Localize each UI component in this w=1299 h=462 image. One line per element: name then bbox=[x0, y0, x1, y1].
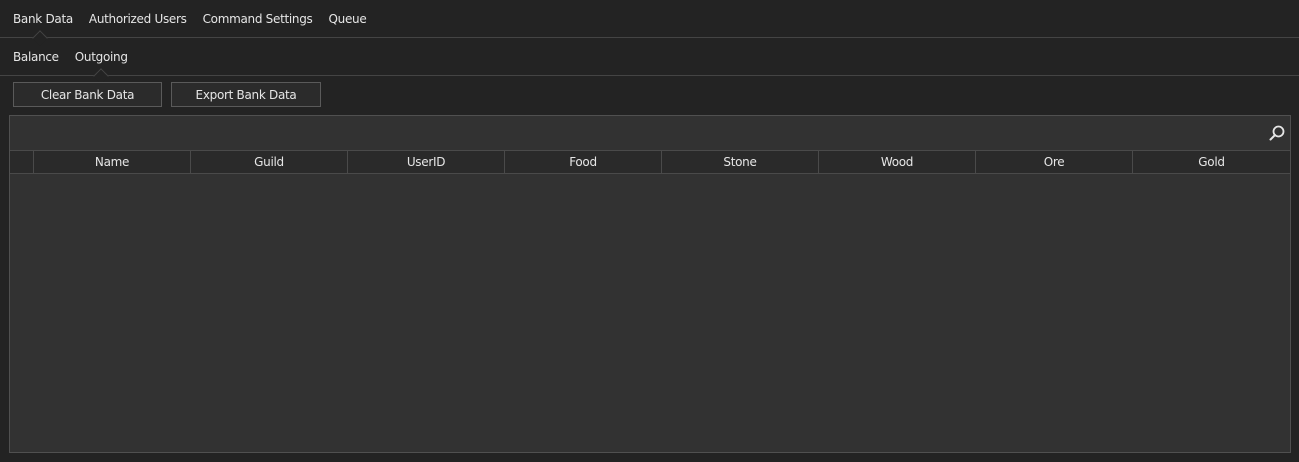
column-header-userid[interactable]: UserID bbox=[348, 151, 505, 173]
tab-outgoing[interactable]: Outgoing bbox=[67, 38, 136, 75]
clear-bank-data-button[interactable]: Clear Bank Data bbox=[13, 82, 162, 107]
grid-body[interactable] bbox=[10, 174, 1290, 451]
column-header-gold[interactable]: Gold bbox=[1133, 151, 1290, 173]
tab-bank-data[interactable]: Bank Data bbox=[0, 0, 81, 37]
column-header-guild[interactable]: Guild bbox=[191, 151, 348, 173]
data-grid: Name Guild UserID Food Stone Wood Ore Go… bbox=[9, 115, 1291, 453]
toolbar: Clear Bank Data Export Bank Data bbox=[13, 82, 321, 107]
column-header-ore[interactable]: Ore bbox=[976, 151, 1133, 173]
export-bank-data-button[interactable]: Export Bank Data bbox=[171, 82, 321, 107]
search-icon[interactable] bbox=[1268, 124, 1286, 142]
grid-search-strip bbox=[10, 116, 1290, 150]
column-header-food[interactable]: Food bbox=[505, 151, 662, 173]
main-tab-bar: Bank Data Authorized Users Command Setti… bbox=[0, 0, 1299, 38]
tab-command-settings[interactable]: Command Settings bbox=[195, 0, 321, 37]
sub-tab-bar: Balance Outgoing bbox=[0, 38, 1299, 76]
tab-queue[interactable]: Queue bbox=[321, 0, 375, 37]
tab-balance[interactable]: Balance bbox=[0, 38, 67, 75]
column-header-name[interactable]: Name bbox=[34, 151, 191, 173]
tab-authorized-users[interactable]: Authorized Users bbox=[81, 0, 195, 37]
grid-header-row: Name Guild UserID Food Stone Wood Ore Go… bbox=[10, 150, 1290, 174]
row-selector-header[interactable] bbox=[10, 151, 34, 173]
column-header-stone[interactable]: Stone bbox=[662, 151, 819, 173]
column-header-wood[interactable]: Wood bbox=[819, 151, 976, 173]
